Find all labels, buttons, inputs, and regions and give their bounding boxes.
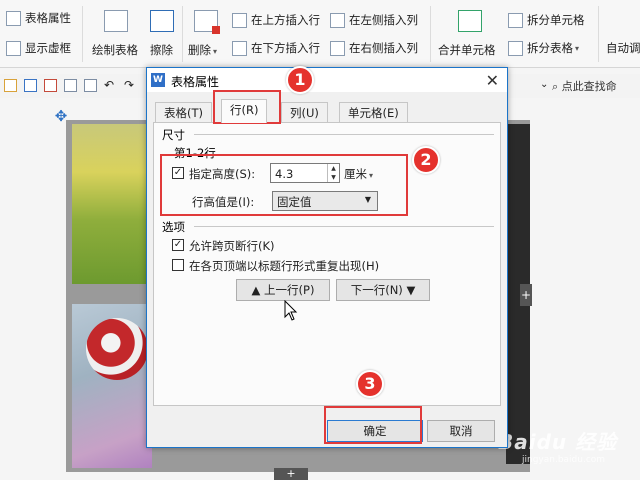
table-properties-button[interactable]: 表格属性 [6, 10, 71, 26]
soccer-ball-image [86, 318, 148, 380]
mouse-cursor-icon [284, 300, 298, 321]
insert-column-left-button[interactable]: 在左侧插入列 [330, 12, 418, 28]
save-icon[interactable] [24, 79, 37, 92]
size-section-label: 尺寸 [162, 128, 185, 142]
pencil-table-icon [104, 10, 128, 32]
repeat-header-checkbox[interactable] [172, 259, 184, 271]
split-cells-button[interactable]: 拆分单元格 [508, 12, 585, 28]
watermark-url: jingyan.baidu.com [522, 455, 606, 465]
tab-row[interactable]: 行(R) [221, 99, 268, 123]
eraser-button[interactable]: 擦除 [146, 0, 180, 66]
print-icon[interactable] [64, 79, 77, 92]
ribbon: 表格属性 显示虚框 绘制表格 擦除 删除 ▾ 在上方插入行 在下方插入行 在左侧插… [0, 0, 640, 68]
close-icon[interactable]: ✕ [486, 71, 499, 90]
split-table-icon [508, 40, 523, 56]
split-cells-icon [508, 12, 523, 28]
insert-row-below-button[interactable]: 在下方插入行 [232, 40, 320, 56]
arrow-up-icon: ▲ [251, 283, 261, 297]
insert-below-icon [232, 40, 247, 56]
command-search[interactable]: ⌕ 点此查找命 [552, 78, 640, 96]
divider [598, 6, 599, 62]
annotation-box-height [160, 154, 408, 216]
table-properties-dialog: W 表格属性 ✕ 表格(T) 行(R) 列(U) 单元格(E) 尺寸 第1-2行… [146, 67, 508, 448]
allow-row-break-checkbox[interactable]: ✓ [172, 239, 184, 251]
print-preview-icon[interactable] [84, 79, 97, 92]
table-properties-icon [6, 10, 21, 26]
insert-right-icon [330, 40, 345, 56]
undo-icon[interactable]: ↶ [104, 79, 117, 92]
search-icon: ⌕ [552, 80, 559, 93]
insert-left-icon [330, 12, 345, 28]
divider [182, 6, 183, 62]
divider [194, 134, 494, 135]
annotation-badge: 2 [412, 146, 440, 174]
tab-table[interactable]: 表格(T) [155, 102, 212, 122]
divider [82, 6, 83, 62]
merge-cells-button[interactable]: 合并单元格 [436, 0, 502, 66]
draw-table-button[interactable]: 绘制表格 [90, 0, 144, 66]
next-row-button[interactable]: 下一行(N) ▼ [336, 279, 430, 301]
export-pdf-icon[interactable] [44, 79, 57, 92]
add-column-handle-icon[interactable]: + [520, 284, 532, 306]
insert-column-right-button[interactable]: 在右侧插入列 [330, 40, 418, 56]
options-section-label: 选项 [162, 220, 185, 234]
divider [430, 6, 431, 62]
add-row-handle-icon[interactable]: + [274, 468, 308, 480]
table-photo [72, 124, 152, 284]
annotation-badge: 3 [356, 370, 384, 398]
chevron-down-icon: ▾ [575, 43, 580, 53]
gridlines-icon [6, 40, 21, 56]
annotation-badge: 1 [286, 66, 314, 94]
previous-row-button[interactable]: ▲ 上一行(P) [236, 279, 330, 301]
tab-cell[interactable]: 单元格(E) [339, 102, 408, 122]
dialog-titlebar[interactable]: W 表格属性 ✕ [147, 68, 507, 92]
auto-adjust-button[interactable]: 自动调 [606, 40, 640, 56]
cancel-button[interactable]: 取消 [427, 420, 495, 442]
redo-icon[interactable]: ↷ [124, 79, 137, 92]
tab-column[interactable]: 列(U) [281, 102, 328, 122]
merge-cells-icon [458, 10, 482, 32]
watermark-logo: Baidu 经验 [498, 430, 618, 454]
open-folder-icon[interactable] [4, 79, 17, 92]
insert-above-icon [232, 12, 247, 28]
wps-app-icon: W [151, 73, 165, 87]
insert-row-above-button[interactable]: 在上方插入行 [232, 12, 320, 28]
delete-button[interactable]: 删除 ▾ [186, 0, 226, 66]
arrow-down-icon: ▼ [406, 283, 416, 297]
show-gridlines-button[interactable]: 显示虚框 [6, 40, 71, 56]
delete-table-icon [194, 10, 220, 34]
dialog-tabs: 表格(T) 行(R) 列(U) 单元格(E) [153, 99, 501, 123]
eraser-icon [150, 10, 174, 32]
annotation-box-ok [324, 406, 422, 444]
chevron-down-icon: ▾ [213, 47, 218, 56]
repeat-header-label: 在各页顶端以标题行形式重复出现(H) [189, 259, 380, 273]
divider [194, 226, 494, 227]
dialog-title: 表格属性 [171, 75, 220, 89]
allow-row-break-label: 允许跨页断行(K) [189, 239, 275, 253]
split-table-button[interactable]: 拆分表格 ▾ [508, 40, 579, 56]
